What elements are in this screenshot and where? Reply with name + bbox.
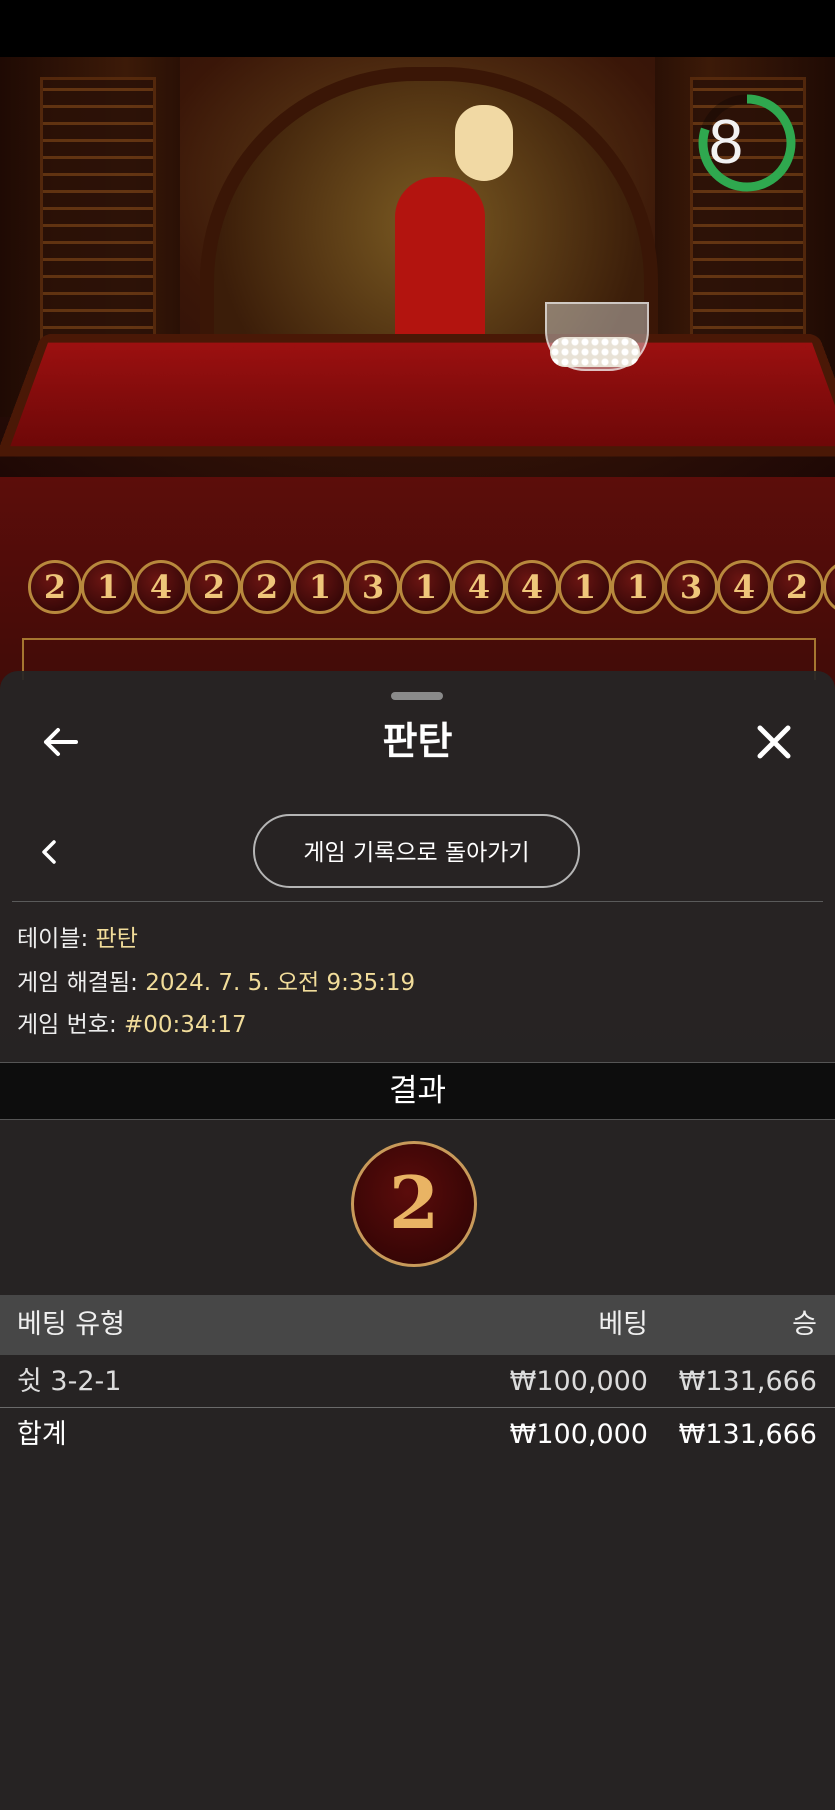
history-ball: 1 — [81, 560, 135, 614]
total-label: 합계 — [17, 1419, 67, 1450]
result-ball: 2 — [351, 1141, 477, 1267]
game-number-value: #00:34:17 — [124, 1012, 247, 1038]
result-header: 결과 — [0, 1062, 835, 1120]
history-ball: 2 — [770, 560, 824, 614]
countdown-value: 8 — [708, 108, 744, 177]
total-bet: ₩100,000 — [509, 1419, 648, 1450]
sheet-grabber[interactable] — [391, 692, 443, 700]
game-number-info: 게임 번호: #00:34:17 — [17, 1008, 247, 1042]
beads — [550, 337, 640, 367]
dealer-head — [455, 105, 513, 181]
bets-table-header — [0, 1295, 835, 1355]
history-ball: 4 — [452, 560, 506, 614]
column-bet: 베팅 — [598, 1309, 648, 1340]
history-ball: 1 — [293, 560, 347, 614]
total-win: ₩131,666 — [678, 1419, 817, 1450]
history-ball: 4 — [505, 560, 559, 614]
chevron-left-icon[interactable] — [34, 832, 64, 872]
column-win: 승 — [792, 1309, 817, 1340]
history-ball: 1 — [399, 560, 453, 614]
history-ball: 4 — [717, 560, 771, 614]
row-divider — [0, 1407, 835, 1408]
status-bar — [0, 0, 835, 57]
history-ball: 1 — [558, 560, 612, 614]
row-bet-amount: ₩100,000 — [509, 1366, 648, 1397]
lattice-panel-left — [40, 77, 156, 363]
history-ball: 4 — [823, 560, 835, 614]
history-ball: 2 — [28, 560, 82, 614]
resolved-label: 게임 해결됨: — [17, 970, 138, 996]
resolved-value: 2024. 7. 5. 오전 9:35:19 — [145, 970, 416, 996]
table-value: 판탄 — [95, 926, 138, 952]
game-number-label: 게임 번호: — [17, 1012, 117, 1038]
divider — [12, 901, 823, 902]
return-to-history-button[interactable]: 게임 기록으로 돌아가기 — [253, 814, 580, 888]
column-bet-type: 베팅 유형 — [17, 1309, 125, 1340]
row-bet-type: 쉿 3-2-1 — [17, 1366, 122, 1397]
history-ball: 4 — [134, 560, 188, 614]
history-ball: 1 — [611, 560, 665, 614]
history-ball: 3 — [346, 560, 400, 614]
close-icon — [757, 725, 791, 759]
history-ball: 2 — [187, 560, 241, 614]
table-label: 테이블: — [17, 926, 89, 952]
game-table — [0, 334, 835, 457]
resolved-info: 게임 해결됨: 2024. 7. 5. 오전 9:35:19 — [17, 966, 415, 1000]
result-history: 21422131441134242 — [28, 560, 835, 620]
sheet-title: 판탄 — [382, 719, 453, 763]
close-button[interactable] — [750, 718, 798, 766]
history-ball: 3 — [664, 560, 718, 614]
table-info: 테이블: 판탄 — [17, 922, 138, 956]
row-win-amount: ₩131,666 — [678, 1366, 817, 1397]
history-ball: 2 — [240, 560, 294, 614]
